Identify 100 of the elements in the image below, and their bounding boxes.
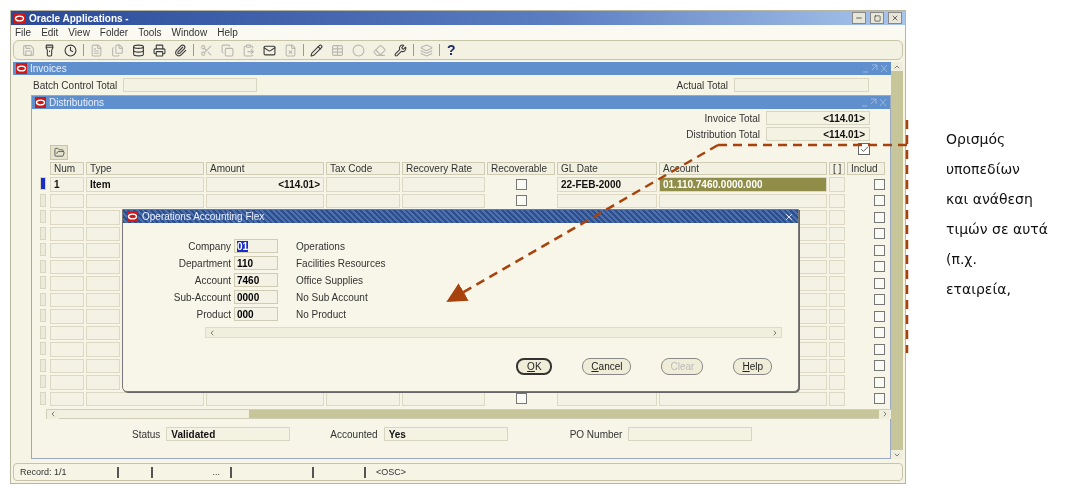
column-header[interactable]: Recoverable [487, 162, 555, 175]
table-cell [829, 342, 845, 357]
table-cell [86, 210, 120, 225]
dialog-title: Operations Accounting Flex [142, 211, 265, 222]
input-field[interactable] [734, 78, 869, 92]
segment-field[interactable]: 110 [234, 256, 278, 270]
dialog-button[interactable]: Cancel [582, 358, 632, 375]
input-field[interactable]: Validated [166, 427, 291, 441]
menu-item[interactable]: View [68, 27, 90, 38]
table-cell: 1 [50, 177, 84, 192]
table-cell [829, 243, 845, 258]
segment-field[interactable]: 7460 [234, 273, 278, 287]
table-cell [829, 210, 845, 225]
table-cell [50, 243, 84, 258]
table-cell [829, 259, 845, 274]
column-header[interactable]: [ ] [829, 162, 845, 175]
table-cell [50, 226, 84, 241]
horizontal-scrollbar[interactable] [205, 327, 782, 338]
minimize-icon[interactable] [852, 12, 866, 24]
oracle-logo-icon [14, 12, 25, 24]
clock-icon[interactable] [62, 42, 79, 58]
column-header[interactable]: Num [50, 162, 84, 175]
vertical-scrollbar[interactable] [891, 62, 903, 459]
include-checkbox[interactable] [874, 310, 885, 322]
include-checkbox[interactable] [874, 195, 885, 207]
menu-item[interactable]: Folder [99, 27, 129, 38]
include-checkbox[interactable] [874, 211, 885, 223]
menu-item[interactable]: Help [217, 27, 238, 38]
field-label: Account [193, 274, 231, 286]
table-cell [829, 226, 845, 241]
table-cell [50, 193, 84, 208]
scroll-right-icon[interactable] [771, 328, 779, 337]
table-cell [829, 325, 845, 340]
table-cell [86, 375, 120, 390]
input-field[interactable] [123, 78, 258, 92]
menu-item[interactable]: Window [171, 27, 208, 38]
field-label: Batch Control Total [33, 79, 118, 91]
close-icon[interactable] [888, 12, 902, 24]
horizontal-scrollbar[interactable] [46, 409, 892, 419]
include-checkbox[interactable] [874, 228, 885, 240]
include-checkbox[interactable] [874, 393, 885, 405]
recoverable-checkbox[interactable] [515, 178, 527, 190]
table-cell [829, 193, 845, 208]
menu-item[interactable]: Edit [41, 27, 59, 38]
column-header[interactable]: Recovery Rate [402, 162, 485, 175]
folder-button[interactable] [50, 145, 68, 160]
field-label: Actual Total [676, 79, 728, 91]
database-icon[interactable] [130, 42, 147, 58]
segment-field[interactable]: 0000 [234, 290, 278, 304]
menu-item[interactable]: File [15, 27, 32, 38]
close-icon[interactable] [784, 211, 794, 222]
column-header[interactable]: Includ [847, 162, 885, 175]
table-cell [86, 243, 120, 258]
include-checkbox[interactable] [874, 360, 885, 372]
table-cell [50, 391, 84, 406]
include-checkbox[interactable] [874, 327, 885, 339]
input-field[interactable] [628, 427, 753, 441]
column-header[interactable]: Amount [206, 162, 324, 175]
table-cell [829, 375, 845, 390]
dialog-button[interactable]: OK [516, 358, 553, 375]
input-field[interactable]: <114.01> [766, 127, 870, 141]
recoverable-checkbox[interactable] [515, 195, 527, 207]
scroll-left-icon[interactable] [208, 328, 216, 337]
segment-description: No Product [296, 308, 347, 320]
column-header[interactable]: Type [86, 162, 204, 175]
oracle-logo-icon [16, 63, 27, 74]
paperclip-icon[interactable] [172, 42, 189, 58]
input-field[interactable]: <114.01> [766, 111, 870, 125]
segment-field[interactable]: 01 [234, 239, 278, 253]
column-header[interactable]: Account [659, 162, 827, 175]
maximize-icon[interactable] [870, 12, 884, 24]
field-label: Company [187, 240, 231, 252]
help-button[interactable]: ? [444, 42, 459, 58]
include-checkbox[interactable] [874, 244, 885, 256]
checkbox[interactable] [858, 143, 870, 155]
table-cell [829, 358, 845, 373]
field-label: PO Number [569, 428, 623, 440]
field-label: Product [195, 308, 231, 320]
include-checkbox[interactable] [874, 343, 885, 355]
table-cell [50, 276, 84, 291]
scroll-left-icon[interactable] [49, 410, 57, 418]
input-field[interactable]: Yes [383, 427, 508, 441]
include-checkbox[interactable] [874, 178, 885, 190]
column-header[interactable]: Tax Code [326, 162, 400, 175]
recoverable-checkbox[interactable] [515, 393, 527, 405]
include-checkbox[interactable] [874, 261, 885, 273]
include-checkbox[interactable] [874, 277, 885, 289]
menu-item[interactable]: Tools [138, 27, 162, 38]
include-checkbox[interactable] [874, 294, 885, 306]
segment-field[interactable]: 000 [234, 307, 278, 321]
printer-icon[interactable] [151, 42, 168, 58]
record-indicator[interactable] [40, 177, 46, 190]
table-cell [86, 226, 120, 241]
pencil-icon[interactable] [308, 42, 325, 58]
wrench-icon[interactable] [392, 42, 409, 58]
include-checkbox[interactable] [874, 376, 885, 388]
table-cell [829, 391, 845, 406]
dialog-button[interactable]: Help [733, 358, 772, 375]
column-header[interactable]: GL Date [557, 162, 657, 175]
scroll-right-icon[interactable] [881, 410, 889, 418]
